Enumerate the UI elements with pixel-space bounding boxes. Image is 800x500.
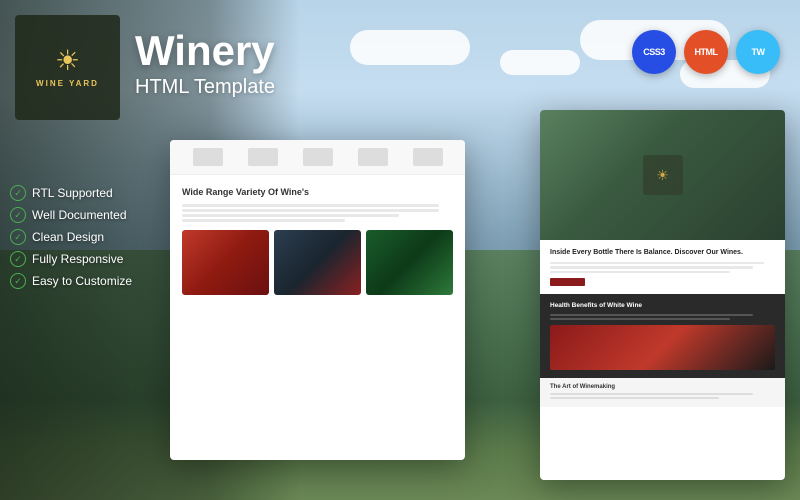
page-subtitle: HTML Template — [135, 76, 275, 99]
check-icon-responsive: ✓ — [10, 251, 26, 267]
title-area: Winery HTML Template — [135, 30, 275, 99]
css3-badge: CSS3 — [632, 30, 676, 74]
check-icon-rtl: ✓ — [10, 185, 26, 201]
preview-line-1 — [182, 204, 439, 207]
preview-section-title: Wide Range Variety Of Wine's — [182, 187, 453, 199]
html5-label: HTML — [695, 47, 718, 57]
preview-img-3 — [366, 230, 453, 295]
right-dark-line-2 — [550, 318, 730, 320]
feature-list: ✓ RTL Supported ✓ Well Documented ✓ Clea… — [10, 185, 132, 289]
preview-text-lines — [182, 204, 453, 222]
feature-customize: ✓ Easy to Customize — [10, 273, 132, 289]
right-card-bottom: The Art of Winemaking — [540, 378, 785, 407]
right-card-dark: Health Benefits of White Wine — [540, 294, 785, 377]
right-card-logo: ☀ — [643, 155, 683, 195]
preview-card-left: Wide Range Variety Of Wine's — [170, 140, 465, 460]
logo-text: WINE YARD — [36, 79, 99, 88]
feature-customize-label: Easy to Customize — [32, 274, 132, 288]
preview-images — [182, 230, 453, 295]
main-container: ☀ WINE YARD Winery HTML Template CSS3 HT… — [0, 0, 800, 500]
feature-rtl-label: RTL Supported — [32, 186, 113, 200]
preview-card-right: ☀ Inside Every Bottle There Is Balance. … — [540, 110, 785, 480]
preview-line-2 — [182, 209, 439, 212]
right-cta-button — [550, 278, 585, 286]
feature-rtl: ✓ RTL Supported — [10, 185, 132, 201]
preview-line-4 — [182, 219, 345, 222]
check-icon-clean: ✓ — [10, 229, 26, 245]
right-dark-image — [550, 325, 775, 370]
check-icon-customize: ✓ — [10, 273, 26, 289]
preview-content: Wide Range Variety Of Wine's — [170, 175, 465, 307]
tech-badges: CSS3 HTML TW — [632, 30, 780, 74]
preview-line-3 — [182, 214, 399, 217]
right-text-1 — [550, 262, 764, 265]
preview-header — [170, 140, 465, 175]
right-bottom-title: The Art of Winemaking — [550, 384, 775, 390]
preview-logo-5 — [413, 148, 443, 166]
right-text-2 — [550, 266, 753, 269]
right-text-3 — [550, 271, 730, 274]
right-card-hero-image: ☀ — [540, 110, 785, 240]
tailwind-badge: TW — [736, 30, 780, 74]
css3-label: CSS3 — [643, 47, 665, 57]
preview-img-1 — [182, 230, 269, 295]
feature-doc-label: Well Documented — [32, 208, 127, 222]
html5-badge: HTML — [684, 30, 728, 74]
feature-documented: ✓ Well Documented — [10, 207, 132, 223]
right-bottom-line-1 — [550, 393, 753, 395]
preview-logo-2 — [248, 148, 278, 166]
tailwind-label: TW — [752, 47, 765, 57]
logo-box: ☀ WINE YARD — [15, 15, 120, 120]
feature-responsive: ✓ Fully Responsive — [10, 251, 132, 267]
right-dark-title: Health Benefits of White Wine — [550, 302, 775, 310]
right-hero-title: Inside Every Bottle There Is Balance. Di… — [550, 248, 775, 258]
preview-img-2 — [274, 230, 361, 295]
right-card-middle: Inside Every Bottle There Is Balance. Di… — [540, 240, 785, 294]
check-icon-doc: ✓ — [10, 207, 26, 223]
feature-clean: ✓ Clean Design — [10, 229, 132, 245]
feature-responsive-label: Fully Responsive — [32, 252, 123, 266]
page-title: Winery — [135, 30, 275, 72]
preview-logo-4 — [358, 148, 388, 166]
logo-icon: ☀ — [55, 47, 80, 75]
preview-logo-3 — [303, 148, 333, 166]
feature-clean-label: Clean Design — [32, 230, 104, 244]
right-dark-line-1 — [550, 314, 753, 316]
right-bottom-line-2 — [550, 397, 719, 399]
preview-logo-1 — [193, 148, 223, 166]
